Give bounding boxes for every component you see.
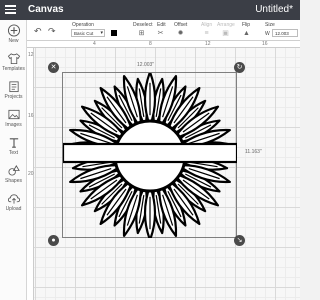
sidebar-item-templates[interactable]: Templates — [0, 50, 27, 76]
text-icon — [9, 138, 18, 148]
align-label: Align — [201, 22, 213, 28]
size-label: Size — [265, 22, 275, 28]
menu-icon[interactable] — [5, 5, 16, 14]
sidebar-item-images[interactable]: Images — [0, 106, 27, 132]
color-swatch[interactable] — [111, 30, 117, 36]
lock-icon[interactable]: ● — [48, 235, 59, 246]
image-icon — [7, 109, 20, 120]
app-header: Canvas Untitled* — [0, 0, 300, 20]
operation-value: Basic Cut — [74, 31, 94, 36]
deselect-label: Deselect — [133, 22, 153, 28]
arrange-label: Arrange — [217, 22, 235, 28]
shirt-icon — [7, 53, 20, 65]
ruler-tick-label: 12 — [28, 52, 34, 58]
rotate-icon[interactable]: ↻ — [234, 62, 245, 73]
sunflower-monogram-image[interactable] — [63, 73, 237, 238]
sidebar-item-label: New — [8, 38, 19, 44]
close-icon[interactable]: ✕ — [48, 62, 59, 73]
flip-label: Flip — [242, 22, 251, 28]
flip-icon[interactable]: ▲ — [242, 29, 251, 38]
sidebar-item-label: Shapes — [5, 178, 22, 184]
sidebar-item-label: Templates — [2, 66, 25, 72]
plus-icon — [7, 24, 20, 37]
operation-select[interactable]: Basic Cut ▾ — [71, 29, 105, 37]
size-width-input[interactable]: 12.003 — [272, 29, 298, 37]
shapes-icon — [7, 165, 20, 176]
sidebar-item-label: Upload — [5, 206, 22, 212]
app-title: Canvas — [28, 4, 64, 15]
chevron-down-icon: ▾ — [100, 30, 103, 36]
edit-label: Edit — [157, 22, 166, 28]
sidebar: New Templates Projects Images Text Shape… — [0, 20, 27, 300]
sidebar-item-projects[interactable]: Projects — [0, 78, 27, 104]
monogram-bar — [63, 142, 237, 164]
sidebar-item-label: Images — [5, 122, 22, 128]
ruler-tick-label: 4 — [93, 41, 96, 47]
ruler-left: 12 16 20 — [27, 48, 34, 300]
selection-height-label: 11.163" — [245, 149, 262, 155]
ruler-top: 4 8 12 16 — [27, 41, 300, 48]
sidebar-item-new[interactable]: New — [0, 22, 27, 48]
edit-icon[interactable]: ✂ — [156, 29, 165, 38]
deselect-icon[interactable]: ⊞ — [137, 29, 146, 38]
offset-label: Offset — [174, 22, 188, 28]
ruler-tick-label: 20 — [28, 171, 34, 177]
arrange-icon: ▣ — [222, 30, 229, 37]
upload-icon — [7, 194, 20, 204]
sidebar-item-label: Projects — [4, 94, 23, 100]
sidebar-item-shapes[interactable]: Shapes — [0, 162, 27, 188]
ruler-tick-label: 16 — [262, 41, 268, 47]
selection-width-label: 12.003" — [137, 62, 155, 68]
projects-icon — [8, 81, 19, 93]
resize-icon[interactable]: ↘ — [234, 235, 245, 246]
toolbar: ↶ ↷ Operation Basic Cut ▾ Deselect ⊞ Edi… — [0, 20, 300, 41]
align-icon: ≡ — [204, 30, 209, 37]
sidebar-item-upload[interactable]: Upload — [0, 190, 27, 216]
redo-icon[interactable]: ↷ — [48, 26, 56, 37]
sidebar-item-text[interactable]: Text — [0, 134, 27, 160]
document-title[interactable]: Untitled* — [255, 4, 293, 15]
size-width-label: W — [265, 31, 270, 37]
undo-icon[interactable]: ↶ — [34, 26, 42, 37]
offset-icon[interactable]: ✹ — [176, 29, 185, 38]
sidebar-item-label: Text — [8, 150, 19, 156]
ruler-tick-label: 8 — [149, 41, 152, 47]
ruler-tick-label: 16 — [28, 113, 34, 119]
ruler-tick-label: 12 — [205, 41, 211, 47]
operation-label: Operation — [72, 22, 94, 28]
